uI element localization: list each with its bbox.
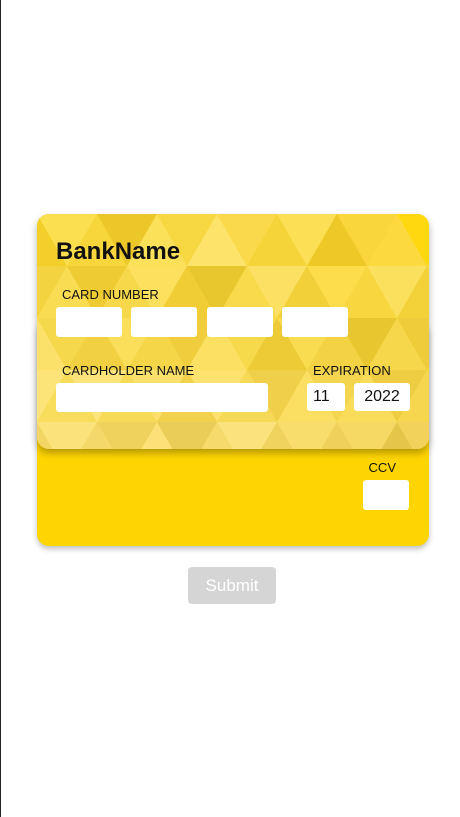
card-number-segment-2[interactable] — [131, 307, 197, 337]
cardholder-name-label: CARDHOLDER NAME — [62, 363, 195, 378]
card-number-label: CARD NUMBER — [62, 287, 159, 302]
bank-name: BankName — [56, 238, 181, 265]
expiration-year-input[interactable] — [354, 383, 410, 411]
card-number-segment-1[interactable] — [56, 307, 122, 337]
page: CCV BankName CARD NUMBER CARDHOLDER NAME… — [0, 0, 460, 817]
expiration-label: EXPIRATION — [313, 363, 391, 378]
card-number-segment-3[interactable] — [207, 307, 273, 337]
card-front: BankName CARD NUMBER CARDHOLDER NAME EXP… — [37, 214, 429, 449]
card-number-segment-4[interactable] — [282, 307, 348, 337]
submit-button[interactable]: Submit — [188, 567, 276, 604]
ccv-input[interactable] — [363, 480, 409, 510]
ccv-label: CCV — [368, 460, 396, 475]
expiration-month-input[interactable] — [307, 383, 345, 411]
cardholder-name-input[interactable] — [56, 383, 268, 412]
